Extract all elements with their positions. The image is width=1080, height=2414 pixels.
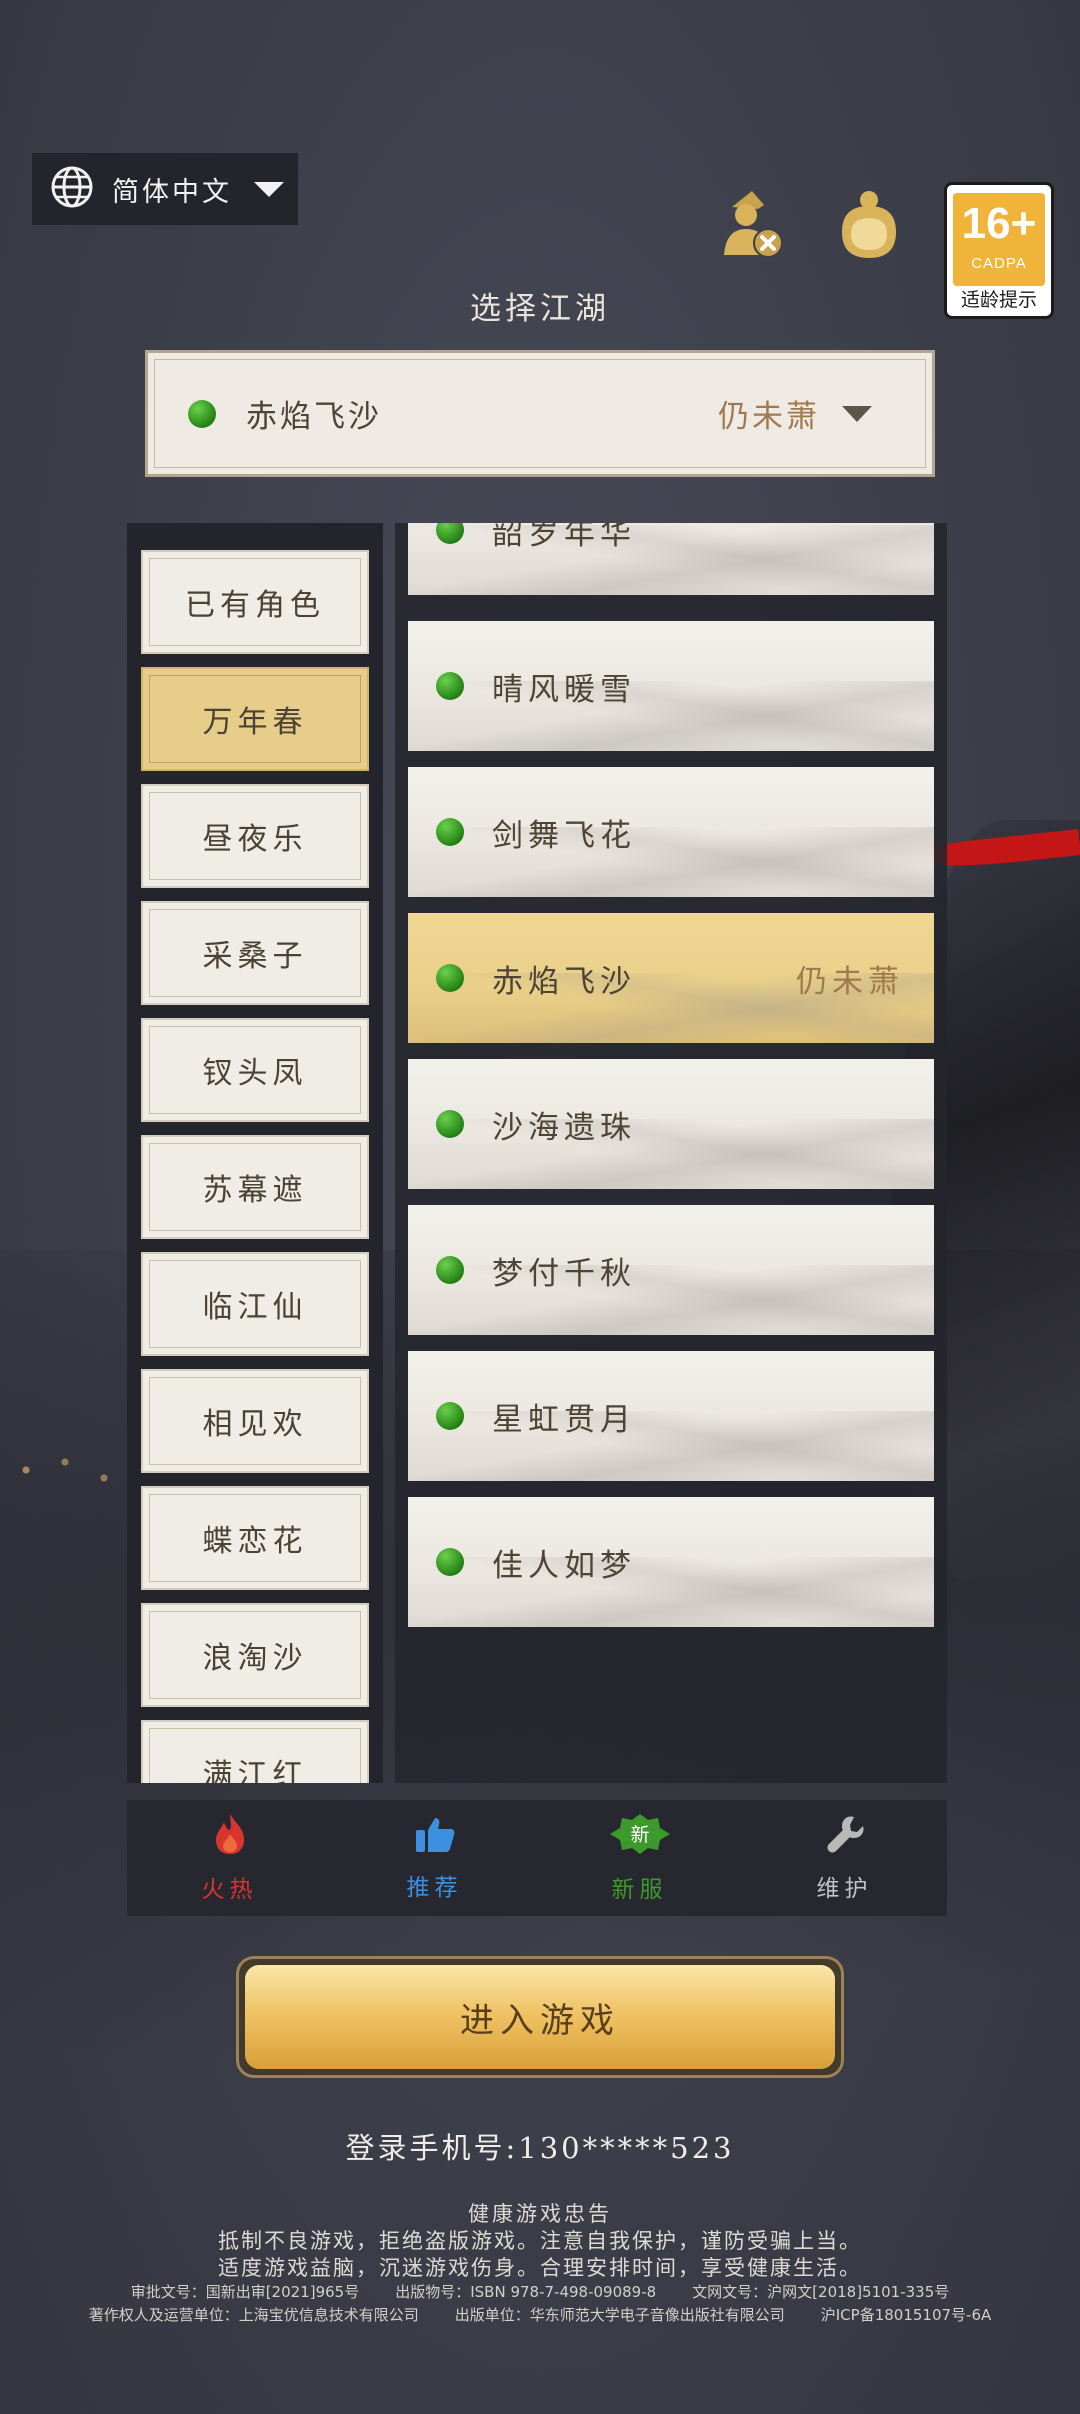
language-selector[interactable]: 简体中文 bbox=[32, 153, 298, 225]
status-online-icon bbox=[436, 1548, 464, 1576]
category-label: 苏幕遮 bbox=[202, 1173, 308, 1208]
new-badge-icon: 新 bbox=[608, 1812, 672, 1860]
user-cross-icon[interactable] bbox=[712, 185, 788, 265]
age-rating-org: CADPA bbox=[971, 255, 1027, 272]
category-item[interactable]: 浪淘沙 bbox=[141, 1603, 369, 1707]
tab-hot[interactable]: 火热 bbox=[127, 1800, 332, 1916]
login-phone-number: 130*****523 bbox=[518, 2131, 735, 2165]
tab-recommended-label: 推荐 bbox=[406, 1875, 463, 1901]
status-online-icon bbox=[436, 1256, 464, 1284]
chevron-down-icon bbox=[842, 405, 872, 422]
tab-recommended[interactable]: 推荐 bbox=[332, 1800, 537, 1916]
enter-game-button[interactable]: 进入游戏 bbox=[236, 1956, 844, 2078]
category-label: 已有角色 bbox=[185, 588, 325, 623]
server-item[interactable]: 韶岁年华 bbox=[408, 523, 934, 595]
category-item-active[interactable]: 万年春 bbox=[141, 667, 369, 771]
category-item[interactable]: 钗头凤 bbox=[141, 1018, 369, 1122]
category-item[interactable]: 满江红 bbox=[141, 1720, 369, 1783]
server-player-name: 仍未萧 bbox=[796, 963, 904, 1000]
svg-text:新: 新 bbox=[630, 1824, 649, 1846]
tab-maintenance[interactable]: 维护 bbox=[742, 1800, 947, 1916]
tab-maintenance-label: 维护 bbox=[816, 1876, 873, 1902]
globe-icon bbox=[50, 165, 94, 213]
thumbs-up-icon bbox=[413, 1814, 457, 1858]
category-label: 满江红 bbox=[202, 1758, 308, 1783]
publisher: 出版单位：华东师范大学电子音像出版社有限公司 bbox=[454, 2306, 785, 2324]
category-label: 采桑子 bbox=[202, 939, 308, 974]
health-notice-line: 抵制不良游戏，拒绝盗版游戏。注意自我保护，谨防受骗上当。 bbox=[218, 2229, 862, 2253]
status-online-icon bbox=[436, 964, 464, 992]
background-lanterns bbox=[0, 1430, 130, 1510]
wrench-icon bbox=[824, 1813, 866, 1859]
server-item-selected[interactable]: 赤焰飞沙 仍未萧 bbox=[408, 913, 934, 1043]
age-rating-number: 16+ bbox=[961, 199, 1037, 248]
status-online-icon bbox=[436, 523, 464, 544]
selected-server-player: 仍未萧 bbox=[718, 399, 820, 435]
tab-hot-label: 火热 bbox=[201, 1877, 258, 1903]
page-title: 选择江湖 bbox=[470, 291, 610, 327]
server-item[interactable]: 星虹贯月 bbox=[408, 1351, 934, 1481]
copyright-holder: 著作权人及运营单位：上海宝优信息技术有限公司 bbox=[88, 2306, 419, 2324]
category-label: 浪淘沙 bbox=[202, 1641, 308, 1676]
server-item[interactable]: 剑舞飞花 bbox=[408, 767, 934, 897]
health-notice-title: 健康游戏忠告 bbox=[468, 2202, 612, 2226]
publisher-info: 著作权人及运营单位：上海宝优信息技术有限公司 出版单位：华东师范大学电子音像出版… bbox=[0, 2304, 1080, 2325]
publication-number: 出版物号：ISBN 978-7-498-09089-8 bbox=[395, 2283, 657, 2301]
server-name: 佳人如梦 bbox=[492, 1547, 636, 1584]
category-item[interactable]: 蝶恋花 bbox=[141, 1486, 369, 1590]
category-item[interactable]: 临江仙 bbox=[141, 1252, 369, 1356]
category-label: 相见欢 bbox=[202, 1407, 308, 1442]
tab-new-server[interactable]: 新 新服 bbox=[537, 1800, 742, 1916]
login-phone: 登录手机号:130*****523 bbox=[0, 2125, 1080, 2167]
category-item[interactable]: 采桑子 bbox=[141, 901, 369, 1005]
category-label: 万年春 bbox=[202, 705, 308, 740]
icp-number: 沪ICP备18015107号-6A bbox=[820, 2306, 992, 2324]
server-list[interactable]: 韶岁年华 晴风暖雪 剑舞飞花 赤焰飞沙 仍未萧 沙海遗珠 梦付千秋 星虹贯月 佳… bbox=[395, 523, 947, 1783]
server-selector[interactable]: 赤焰飞沙 仍未萧 bbox=[145, 350, 935, 477]
category-item[interactable]: 已有角色 bbox=[141, 550, 369, 654]
server-name: 晴风暖雪 bbox=[492, 671, 636, 708]
health-notice-line: 适度游戏益脑，沉迷游戏伤身。合理安排时间，享受健康生活。 bbox=[218, 2256, 862, 2280]
enter-game-label: 进入游戏 bbox=[245, 1965, 835, 2069]
status-online-icon bbox=[436, 1402, 464, 1430]
category-label: 昼夜乐 bbox=[202, 822, 308, 857]
culture-license: 文网文号：沪网文[2018]5101-335号 bbox=[692, 2283, 950, 2301]
category-list[interactable]: 已有角色 万年春 昼夜乐 采桑子 钗头凤 苏幕遮 临江仙 相见欢 蝶恋花 浪淘沙… bbox=[127, 523, 383, 1783]
category-label: 钗头凤 bbox=[202, 1056, 308, 1091]
status-online-icon bbox=[188, 399, 216, 428]
category-item[interactable]: 昼夜乐 bbox=[141, 784, 369, 888]
server-name: 剑舞飞花 bbox=[492, 817, 636, 854]
category-label: 蝶恋花 bbox=[202, 1524, 308, 1559]
status-online-icon bbox=[436, 672, 464, 700]
language-label: 简体中文 bbox=[112, 176, 232, 208]
category-item[interactable]: 苏幕遮 bbox=[141, 1135, 369, 1239]
server-name: 沙海遗珠 bbox=[492, 1109, 636, 1146]
server-name: 赤焰飞沙 bbox=[492, 963, 636, 1000]
status-online-icon bbox=[436, 818, 464, 846]
approval-number: 审批文号：国新出审[2021]965号 bbox=[130, 2283, 360, 2301]
category-item[interactable]: 相见欢 bbox=[141, 1369, 369, 1473]
flame-icon bbox=[210, 1812, 250, 1860]
license-info: 审批文号：国新出审[2021]965号 出版物号：ISBN 978-7-498-… bbox=[0, 2281, 1080, 2302]
login-phone-label: 登录手机号: bbox=[345, 2131, 519, 2165]
chevron-down-icon bbox=[254, 181, 284, 197]
server-name: 梦付千秋 bbox=[492, 1255, 636, 1292]
character-avatar-icon[interactable] bbox=[834, 188, 904, 266]
server-filter-tabs: 火热 推荐 新 新服 维护 bbox=[127, 1800, 947, 1916]
server-name: 韶岁年华 bbox=[492, 523, 636, 552]
server-item[interactable]: 沙海遗珠 bbox=[408, 1059, 934, 1189]
tab-new-server-label: 新服 bbox=[611, 1877, 668, 1903]
selected-server-name: 赤焰飞沙 bbox=[246, 399, 382, 435]
server-item[interactable]: 梦付千秋 bbox=[408, 1205, 934, 1335]
server-item[interactable]: 佳人如梦 bbox=[408, 1497, 934, 1627]
category-label: 临江仙 bbox=[202, 1290, 308, 1325]
server-name: 星虹贯月 bbox=[492, 1401, 636, 1438]
server-item[interactable]: 晴风暖雪 bbox=[408, 621, 934, 751]
status-online-icon bbox=[436, 1110, 464, 1138]
